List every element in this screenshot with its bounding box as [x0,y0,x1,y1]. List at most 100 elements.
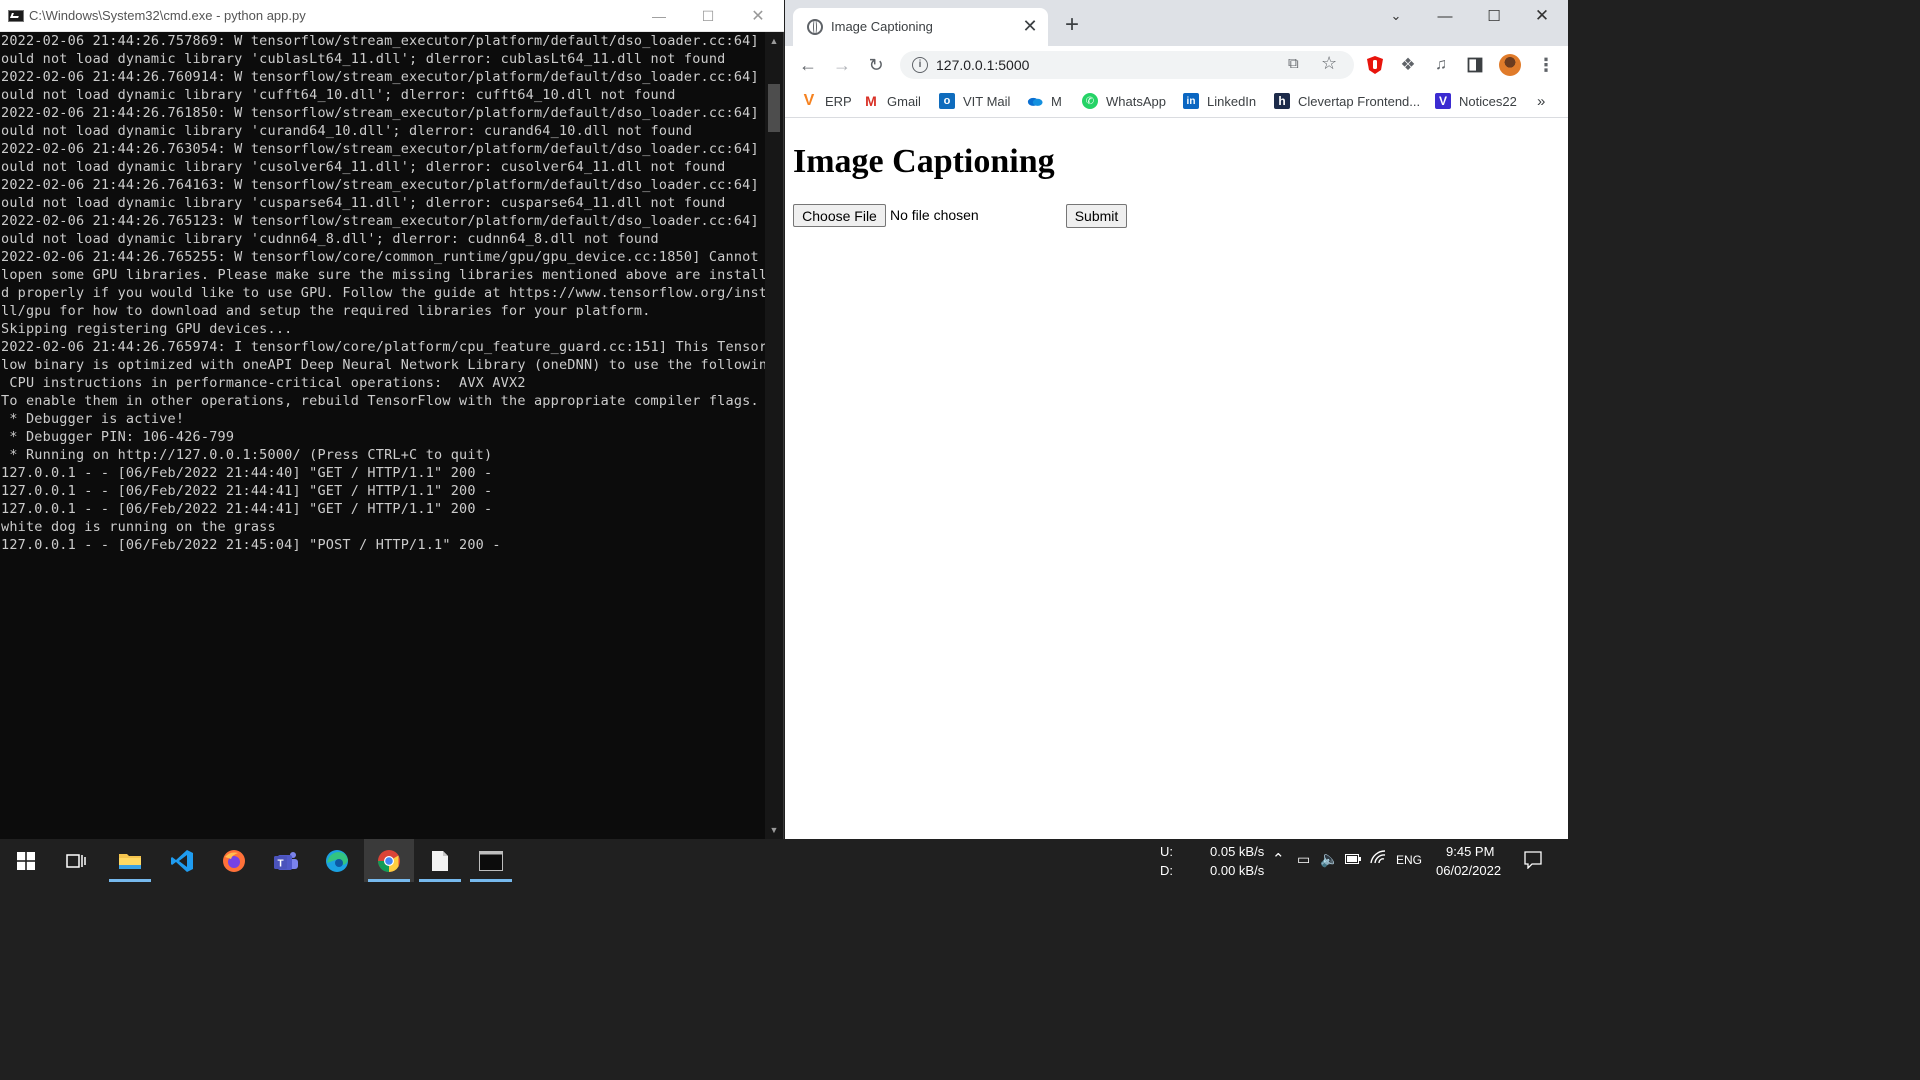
show-hidden-icons-chevron-icon[interactable]: ⌃ [1272,850,1285,868]
side-panel-icon[interactable] [1464,54,1486,76]
console-output[interactable]: 2022-02-06 21:44:26.757869: W tensorflow… [0,32,765,839]
windows-logo-icon [17,851,35,870]
taskbar-file-explorer[interactable] [105,839,155,882]
gmail-icon: M [863,93,879,109]
page-title: Image Captioning [793,143,1055,180]
taskbar-edge[interactable] [312,839,362,882]
bookmark-gmail[interactable]: M Gmail [863,91,921,111]
taskbar-vscode[interactable] [157,839,207,882]
share-icon[interactable]: ⧉ [1288,55,1299,72]
bookmark-m[interactable]: M [1027,91,1062,111]
bookmark-erp[interactable]: V ERP [801,91,852,111]
globe-icon [807,19,823,35]
back-icon[interactable]: ← [795,52,821,78]
net-upload-speed: 0.05 kB/s [1210,844,1265,859]
cmd-close-button[interactable]: ✕ [734,0,782,32]
battery-icon[interactable] [1345,852,1361,867]
meet-now-icon[interactable]: ▭ [1297,851,1310,868]
clock-date[interactable]: 06/02/2022 [1436,863,1501,878]
no-file-label: No file chosen [890,207,979,223]
net-download-label: D: [1160,863,1173,878]
adblock-extension-icon[interactable] [1364,54,1386,76]
tab-strip[interactable]: Image Captioning ✕ + ⌄ — ☐ ✕ [785,0,1568,46]
erp-icon: V [803,92,815,109]
submit-button[interactable]: Submit [1066,204,1127,228]
more-bookmarks-chevron-icon[interactable]: » [1537,91,1545,111]
task-view-icon [66,853,86,868]
linkedin-icon: in [1183,93,1199,109]
folder-icon [119,853,141,869]
notices-icon: V [1435,93,1451,109]
cmd-app-icon [8,10,24,22]
terminal-icon [479,850,503,871]
firefox-icon [223,849,245,872]
clock-time[interactable]: 9:45 PM [1446,844,1494,859]
bookmark-star-icon[interactable]: ☆ [1321,53,1337,74]
console-text: 2022-02-06 21:44:26.757869: W tensorflow… [1,33,765,553]
bookmark-label: VIT Mail [963,93,1011,109]
wifi-icon[interactable] [1370,850,1386,867]
language-indicator[interactable]: ENG [1396,853,1422,867]
cmd-scrollbar[interactable]: ▲ ▼ [765,32,783,839]
page-content: Image Captioning Choose File No file cho… [785,119,1568,839]
tab-search-icon[interactable]: ⌄ [1373,0,1419,32]
bookmark-label: Gmail [887,93,921,109]
tab-image-captioning[interactable]: Image Captioning ✕ [793,8,1048,46]
chrome-icon [378,849,400,872]
extensions-puzzle-icon[interactable]: ❖ [1397,54,1419,76]
close-button[interactable]: ✕ [1519,0,1565,32]
chrome-window[interactable]: Image Captioning ✕ + ⌄ — ☐ ✕ ← → ↻ i 127… [785,0,1568,839]
volume-icon[interactable]: 🔈 [1320,850,1339,868]
scroll-down-icon[interactable]: ▼ [765,821,783,839]
cmd-maximize-button[interactable]: ☐ [684,0,732,32]
maximize-button[interactable]: ☐ [1471,0,1517,32]
teams-icon: T [274,851,298,870]
media-queue-icon[interactable]: ♫ [1430,54,1452,76]
browser-toolbar: ← → ↻ i 127.0.0.1:5000 ⧉ ☆ ❖ ♫ ⋮ [785,46,1568,84]
bookmark-vit-mail[interactable]: o VIT Mail [939,91,1010,111]
taskbar-notepad[interactable] [415,839,465,882]
bookmark-label: Clevertap Frontend... [1298,93,1421,109]
taskbar-firefox[interactable] [209,839,259,882]
start-button[interactable] [1,839,51,882]
taskbar: T U: D: 0.05 kB/s 0.00 kB/s ⌃ ▭ 🔈 ENG 9:… [0,839,1568,882]
taskbar-chrome[interactable] [364,839,414,882]
new-tab-icon[interactable]: + [1061,13,1083,37]
profile-avatar[interactable] [1499,54,1521,76]
address-bar[interactable]: i 127.0.0.1:5000 ⧉ ☆ [900,51,1354,79]
document-icon [432,850,448,871]
bookmark-linkedin[interactable]: in LinkedIn [1183,91,1256,111]
cmd-window-title: C:\Windows\System32\cmd.exe - python app… [29,8,306,23]
taskbar-teams[interactable]: T [261,839,311,882]
scroll-up-icon[interactable]: ▲ [765,32,783,50]
net-upload-label: U: [1160,844,1173,859]
bookmark-label: M [1051,93,1062,109]
notification-icon[interactable] [1524,851,1542,872]
site-info-icon[interactable]: i [912,57,928,73]
choose-file-button[interactable]: Choose File [793,204,886,227]
menu-kebab-icon[interactable]: ⋮ [1533,52,1559,78]
outlook-icon: o [939,93,955,109]
svg-text:T: T [277,858,283,869]
bookmark-clevertap[interactable]: h Clevertap Frontend... [1274,91,1420,111]
url-text: 127.0.0.1:5000 [936,57,1030,73]
tab-title: Image Captioning [831,19,933,34]
cmd-title-bar[interactable]: C:\Windows\System32\cmd.exe - python app… [0,0,784,32]
tab-close-icon[interactable]: ✕ [1020,16,1040,36]
minimize-button[interactable]: — [1422,0,1468,32]
net-download-speed: 0.00 kB/s [1210,863,1265,878]
cmd-minimize-button[interactable]: — [635,0,683,32]
reload-icon[interactable]: ↻ [863,52,889,78]
bookmark-label: WhatsApp [1106,93,1166,109]
cmd-window[interactable]: C:\Windows\System32\cmd.exe - python app… [0,0,784,839]
vscode-icon [171,849,193,872]
edge-icon [326,849,348,872]
bookmark-whatsapp[interactable]: ✆ WhatsApp [1082,91,1166,111]
scroll-thumb[interactable] [768,84,780,132]
bookmark-label: LinkedIn [1207,93,1257,109]
whatsapp-icon: ✆ [1082,93,1098,109]
taskbar-cmd[interactable] [466,839,516,882]
bookmark-notices22[interactable]: V Notices22 [1435,91,1517,111]
forward-icon[interactable]: → [829,52,855,78]
task-view-button[interactable] [51,839,101,882]
